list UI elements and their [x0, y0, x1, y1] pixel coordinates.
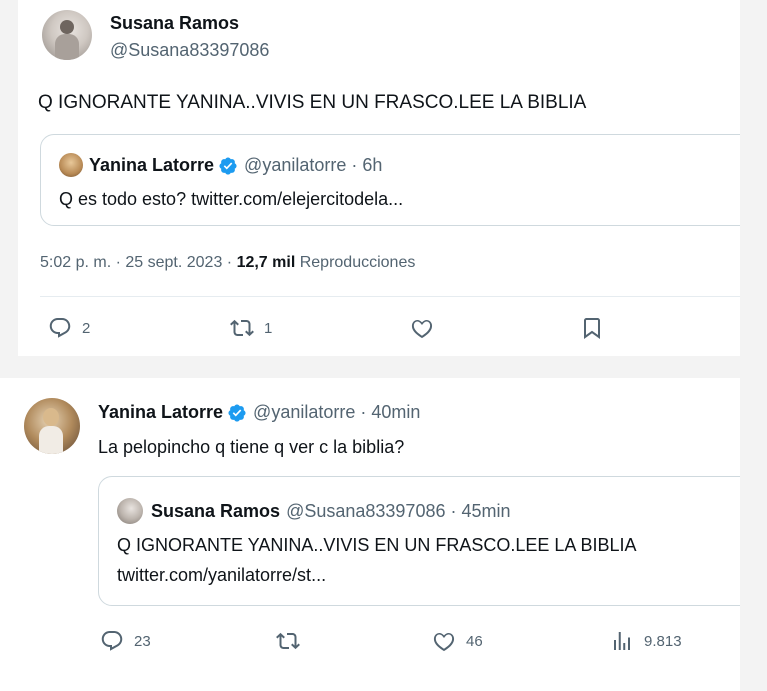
reply-icon: [101, 631, 123, 651]
quote-author-handle: @yanilatorre: [244, 155, 347, 175]
timestamp[interactable]: 5:02 p. m. · 25 sept. 2023 ·: [40, 254, 237, 271]
quoted-tweet[interactable]: Susana Ramos @Susana83397086 · 45min Q I…: [98, 476, 760, 606]
reply-icon: [49, 318, 71, 338]
quote-time: · 6h: [351, 155, 383, 175]
retweet-count: 1: [264, 319, 273, 337]
retweet-icon: [230, 319, 254, 337]
views-label: Reproducciones: [295, 254, 416, 271]
verified-badge-icon: [227, 403, 247, 423]
like-button[interactable]: 46: [432, 629, 483, 653]
like-icon: [433, 632, 455, 652]
author-name[interactable]: Susana Ramos: [110, 13, 239, 34]
quote-time: · 45min: [450, 501, 511, 521]
avatar: [59, 153, 83, 177]
divider: [40, 296, 740, 297]
retweet-button[interactable]: [276, 629, 300, 653]
like-button[interactable]: [410, 316, 434, 340]
author-name[interactable]: Yanina Latorre: [98, 402, 223, 423]
views-icon: [614, 632, 630, 650]
tweet-header: Yanina Latorre @yanilatorre · 40min: [98, 402, 420, 423]
quote-text: Q es todo esto? twitter.com/elejercitode…: [59, 189, 404, 209]
tweet-card-susana: Susana Ramos @Susana83397086 Q IGNORANTE…: [18, 0, 762, 356]
like-count: 46: [466, 632, 483, 650]
page-background: [740, 0, 767, 691]
reply-button[interactable]: 23: [100, 629, 151, 653]
quote-text: Q IGNORANTE YANINA..VIVIS EN UN FRASCO.L…: [117, 535, 637, 555]
quote-author-handle: @Susana83397086: [286, 501, 446, 521]
retweet-icon: [276, 632, 300, 650]
avatar: [117, 498, 143, 524]
verified-badge-icon: [218, 156, 238, 176]
reply-button[interactable]: 2: [48, 316, 90, 340]
tweet-time[interactable]: · 40min: [360, 402, 420, 423]
author-handle[interactable]: @yanilatorre: [253, 402, 355, 423]
views-count: 9.813: [644, 632, 682, 650]
bookmark-button[interactable]: [580, 316, 604, 340]
author-handle[interactable]: @Susana83397086: [110, 40, 269, 61]
quote-author-name: Susana Ramos: [151, 501, 281, 521]
quote-author-name: Yanina Latorre: [89, 155, 215, 175]
avatar[interactable]: [42, 10, 92, 60]
tweet-text: La pelopincho q tiene q ver c la biblia?: [98, 437, 405, 457]
bookmark-icon: [584, 318, 600, 339]
tweet-card-yanina: Yanina Latorre @yanilatorre · 40min La p…: [0, 378, 760, 691]
avatar[interactable]: [24, 398, 80, 454]
quote-link[interactable]: twitter.com/yanilatorre/st...: [117, 565, 326, 586]
tweet-meta: 5:02 p. m. · 25 sept. 2023 · 12,7 mil Re…: [40, 254, 415, 272]
reply-count: 2: [82, 319, 91, 337]
quoted-tweet[interactable]: Yanina Latorre @yanilatorre · 6h Q es to…: [40, 134, 762, 226]
like-icon: [411, 319, 433, 339]
tweet-text: Q IGNORANTE YANINA..VIVIS EN UN FRASCO.L…: [38, 92, 587, 113]
views-count: 12,7 mil: [236, 254, 296, 271]
reply-count: 23: [134, 632, 151, 650]
views-button[interactable]: 9.813: [610, 629, 682, 653]
retweet-button[interactable]: 1: [230, 316, 272, 340]
